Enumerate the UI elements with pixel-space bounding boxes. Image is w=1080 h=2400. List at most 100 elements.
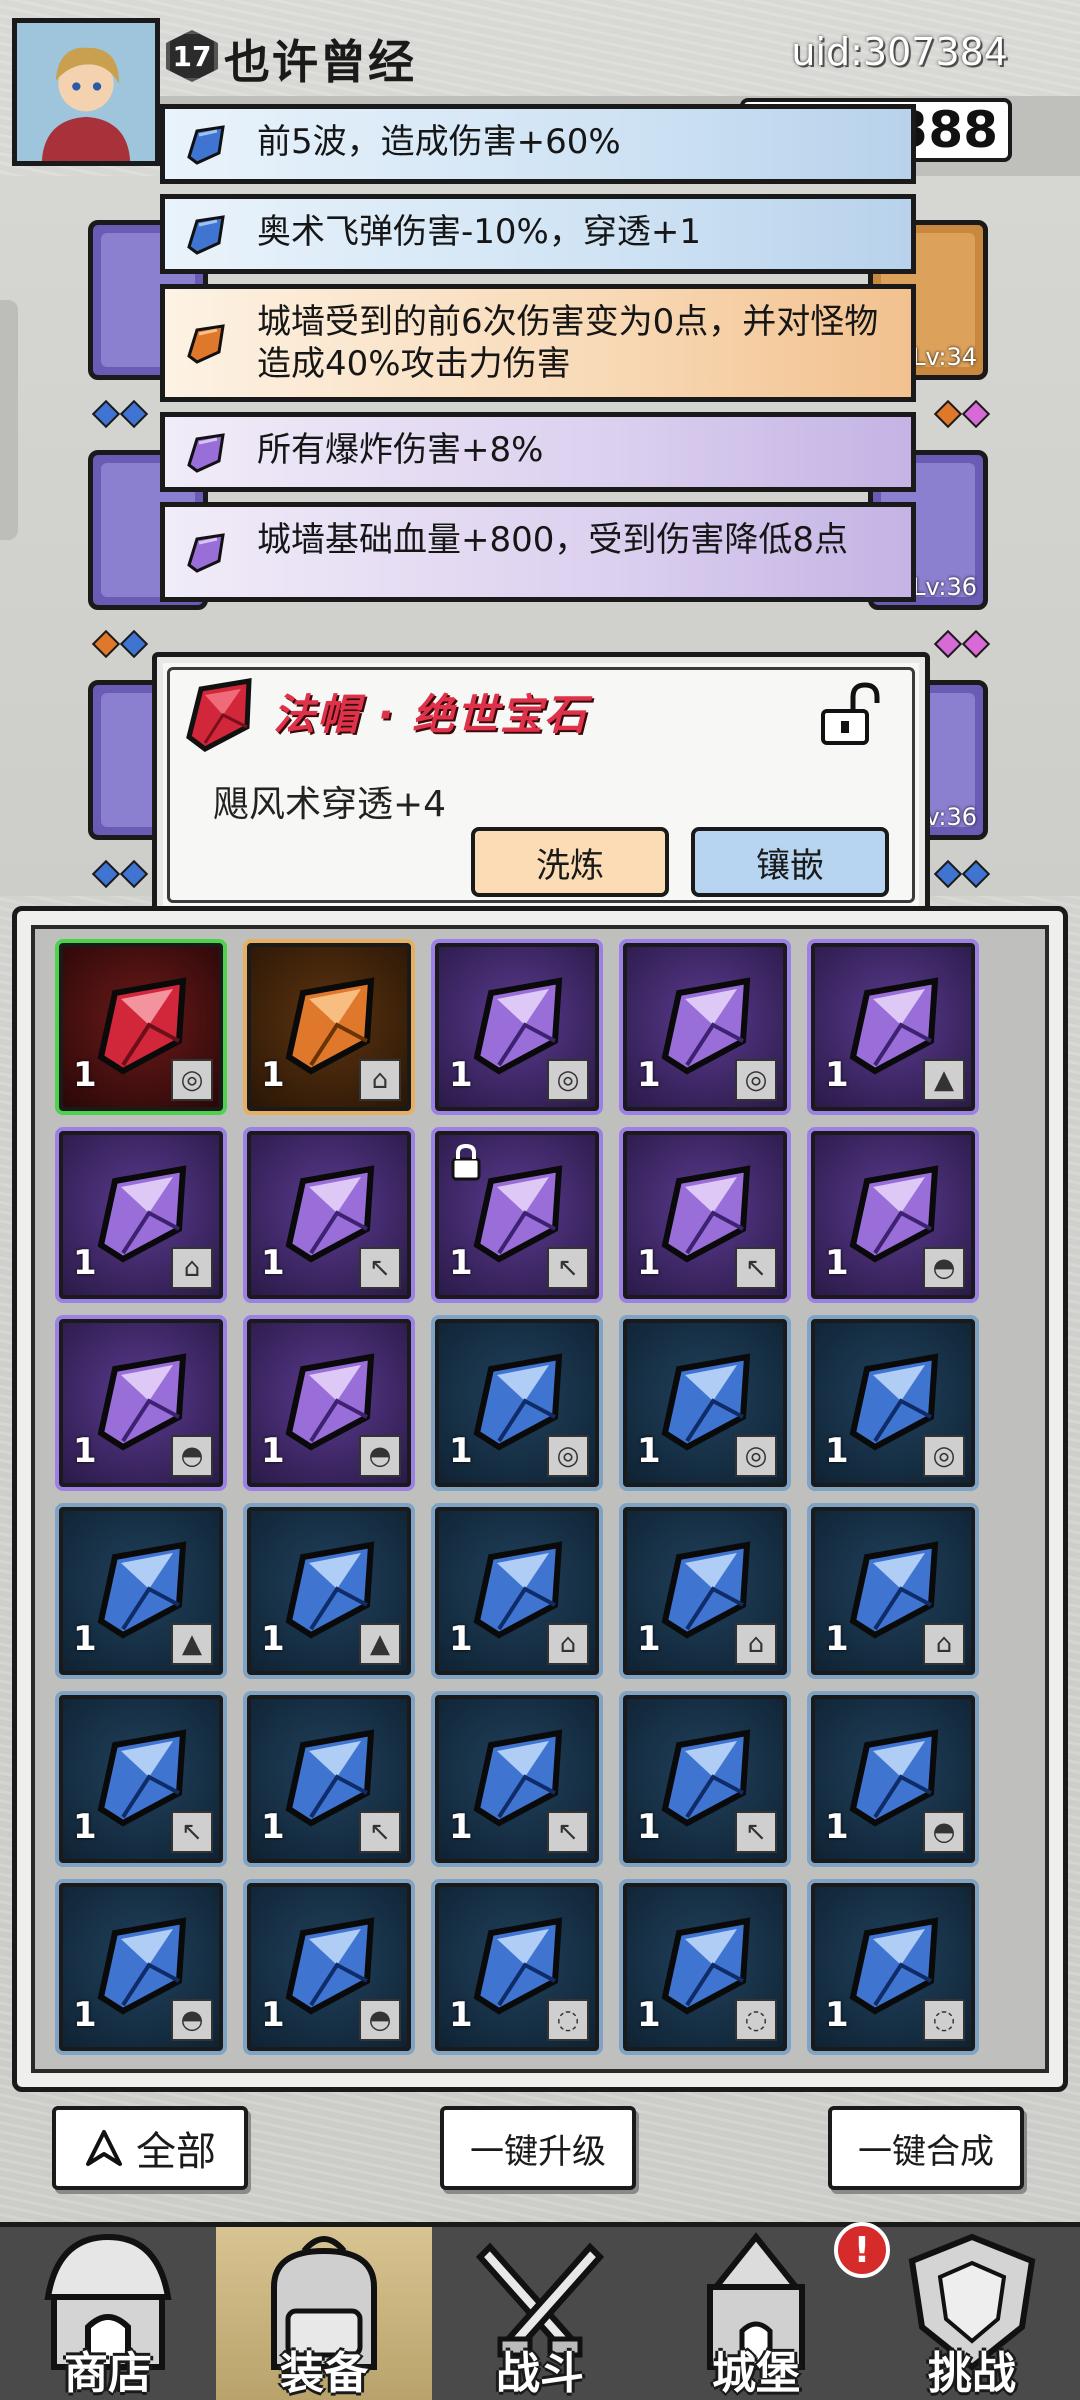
equipment-slot-icon: ◓	[171, 1999, 213, 2041]
equipment-slot-icon: ↖	[547, 1811, 589, 1853]
unlock-icon[interactable]	[813, 679, 885, 751]
affix-item: 城墙受到的前6次伤害变为0点，并对怪物造成40%攻击力伤害	[160, 284, 916, 402]
affix-text: 所有爆炸伤害+8%	[257, 430, 544, 470]
gem-count: 1	[73, 1055, 97, 1095]
affix-text: 奥术飞弹伤害-10%，穿透+1	[257, 212, 701, 252]
inventory-gem-cell[interactable]: 1 ⌂	[59, 1131, 223, 1299]
inventory-gem-cell[interactable]: 1 ◎	[435, 943, 599, 1111]
bottom-nav: 商店 装备 战斗 城堡 挑战	[0, 2222, 1080, 2400]
inventory-gem-cell[interactable]: 1 ◎	[435, 1319, 599, 1487]
gem-sockets-right-3	[933, 859, 991, 889]
gem-count: 1	[637, 1243, 661, 1283]
inventory-gem-cell[interactable]: 1 ◌	[623, 1883, 787, 2051]
equipment-slot-icon: ◓	[359, 1999, 401, 2041]
gem-count: 1	[825, 1055, 849, 1095]
inventory-gem-cell[interactable]: 1 ◓	[59, 1883, 223, 2051]
inventory-gem-cell[interactable]: 1 ◌	[811, 1883, 975, 2051]
gem-count: 1	[825, 1619, 849, 1659]
nav-castle-label: 城堡	[712, 2348, 800, 2399]
orange-gem-icon	[187, 324, 225, 364]
nav-battle[interactable]: 战斗	[432, 2227, 648, 2400]
nav-shop-label: 商店	[64, 2348, 152, 2399]
inventory-gem-cell[interactable]: 1 ▲	[59, 1507, 223, 1675]
inventory-gem-cell[interactable]: 1 ↖	[623, 1131, 787, 1299]
gem-count: 1	[73, 1619, 97, 1659]
inventory-gem-cell[interactable]: 1 ↖	[623, 1695, 787, 1863]
blue-gem-icon	[187, 215, 225, 255]
inventory-gem-cell[interactable]: 1 ◎	[59, 943, 223, 1111]
equip-level: Lv:36	[912, 573, 977, 601]
player-avatar[interactable]	[12, 18, 160, 166]
inventory-gem-cell[interactable]: 1 ◓	[247, 1883, 411, 2051]
inventory-gem-cell[interactable]: 1 ◓	[811, 1695, 975, 1863]
gem-title: 法帽 · 绝世宝石	[273, 690, 589, 739]
nav-challenge[interactable]: 挑战	[864, 2227, 1080, 2400]
filter-all-label: 全部	[136, 2129, 216, 2175]
gem-count: 1	[261, 1431, 285, 1471]
equipment-slot-icon: ⌂	[171, 1247, 213, 1289]
equipment-slot-icon: ◌	[735, 1999, 777, 2041]
equipment-slot-icon: ◓	[923, 1811, 965, 1853]
gem-inventory-frame: 1 ◎ 1 ⌂ 1 ◎ 1 ◎ 1 ▲ 1 ⌂ 1 ↖ 1 ↖ 1 ↖ 1 ◓ 1 ◓ 1 ◓ 1 ◎ 1 ◎ 1 ◎ 1 ▲ 1 ▲ 1 ⌂ 1 ⌂ 1 ⌂…	[12, 906, 1068, 2092]
side-pull-tab[interactable]	[0, 300, 18, 540]
equipment-slot-icon: ⌂	[923, 1623, 965, 1665]
inventory-gem-cell[interactable]: 1 ⌂	[623, 1507, 787, 1675]
affix-text: 城墙受到的前6次伤害变为0点，并对怪物造成40%攻击力伤害	[257, 302, 879, 384]
merge-all-button[interactable]: 一键合成	[828, 2106, 1024, 2190]
equipment-slot-icon: ◎	[923, 1435, 965, 1477]
inventory-gem-cell[interactable]: 1 ◎	[623, 1319, 787, 1487]
gem-count: 1	[637, 1807, 661, 1847]
affix-item: 奥术飞弹伤害-10%，穿透+1	[160, 194, 916, 274]
triangle-up-icon	[86, 2130, 122, 2166]
inventory-gem-cell[interactable]: 1 ◓	[59, 1319, 223, 1487]
inlay-button[interactable]: 镶嵌	[691, 827, 889, 897]
lock-icon	[451, 1143, 481, 1181]
castle-alert-badge: !	[834, 2222, 890, 2278]
nav-shop[interactable]: 商店	[0, 2227, 216, 2400]
gem-count: 1	[449, 1055, 473, 1095]
inventory-gem-cell[interactable]: 1 ◓	[811, 1131, 975, 1299]
refine-button[interactable]: 洗炼	[471, 827, 669, 897]
inventory-gem-cell[interactable]: 1 ◎	[811, 1319, 975, 1487]
gem-count: 1	[261, 1995, 285, 2035]
upgrade-all-button[interactable]: 一键升级	[440, 2106, 636, 2190]
gem-count: 1	[637, 1619, 661, 1659]
gem-count: 1	[637, 1995, 661, 2035]
inventory-gem-cell[interactable]: 1 ⌂	[435, 1507, 599, 1675]
gem-count: 1	[825, 1995, 849, 2035]
equipment-slot-icon: ↖	[171, 1811, 213, 1853]
affix-item: 前5波，造成伤害+60%	[160, 104, 916, 184]
gem-count: 1	[261, 1055, 285, 1095]
filter-all-button[interactable]: 全部	[52, 2106, 248, 2190]
inventory-gem-cell[interactable]: 1 ◎	[623, 943, 787, 1111]
nav-equipment[interactable]: 装备	[216, 2227, 432, 2400]
inventory-gem-cell[interactable]: 1 ▲	[247, 1507, 411, 1675]
inventory-gem-cell[interactable]: 1 ↖	[247, 1695, 411, 1863]
inventory-gem-cell[interactable]: 1 ↖	[247, 1131, 411, 1299]
equipment-slot-icon: ◎	[547, 1059, 589, 1101]
gem-count: 1	[449, 1243, 473, 1283]
equip-level: Lv:34	[912, 343, 977, 371]
nav-challenge-label: 挑战	[928, 2348, 1016, 2399]
equipment-slot-icon: ⌂	[547, 1623, 589, 1665]
red-gem-icon	[186, 678, 252, 752]
gem-count: 1	[637, 1055, 661, 1095]
gem-count: 1	[449, 1995, 473, 2035]
gem-count: 1	[825, 1243, 849, 1283]
gem-count: 1	[261, 1243, 285, 1283]
nav-battle-label: 战斗	[496, 2348, 584, 2399]
inventory-gem-cell[interactable]: 1 ⌂	[811, 1507, 975, 1675]
nav-castle[interactable]: 城堡	[648, 2227, 864, 2400]
inventory-gem-cell[interactable]: 1 ↖	[59, 1695, 223, 1863]
inventory-gem-cell[interactable]: 1 ▲	[811, 943, 975, 1111]
gem-inventory-grid[interactable]: 1 ◎ 1 ⌂ 1 ◎ 1 ◎ 1 ▲ 1 ⌂ 1 ↖ 1 ↖ 1 ↖ 1 ◓ 1 ◓ 1 ◓ 1 ◎ 1 ◎ 1 ◎ 1 ▲ 1 ▲ 1 ⌂ 1 ⌂ 1 ⌂…	[31, 925, 1049, 2073]
inventory-gem-cell[interactable]: 1 ↖	[435, 1695, 599, 1863]
equipment-slot-icon: ◎	[171, 1059, 213, 1101]
equipment-slot-icon: ↖	[359, 1247, 401, 1289]
inventory-gem-cell[interactable]: 1 ◓	[247, 1319, 411, 1487]
inventory-gem-cell[interactable]: 1 ◌	[435, 1883, 599, 2051]
equipment-slot-icon: ◓	[171, 1435, 213, 1477]
inventory-gem-cell[interactable]: 1 ↖	[435, 1131, 599, 1299]
affix-item: 城墙基础血量+800，受到伤害降低8点	[160, 502, 916, 602]
inventory-gem-cell[interactable]: 1 ⌂	[247, 943, 411, 1111]
